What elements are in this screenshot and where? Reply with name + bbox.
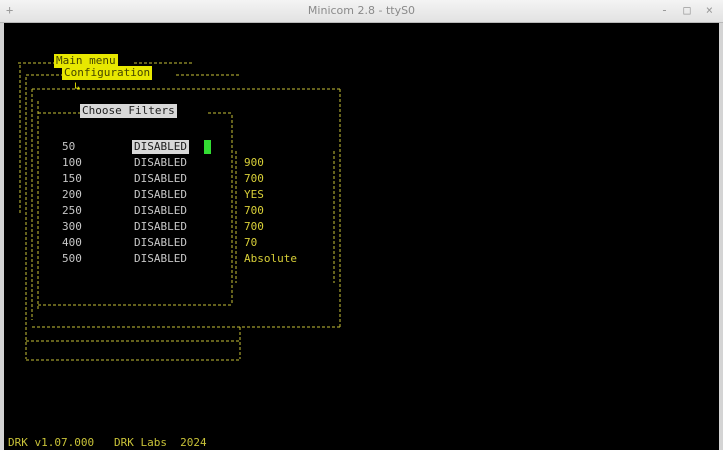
filter-state[interactable]: DISABLED bbox=[134, 252, 187, 266]
filter-frequency: 150 bbox=[62, 172, 82, 185]
filter-value: 900 bbox=[244, 156, 264, 169]
filter-frequency: 250 bbox=[62, 204, 82, 217]
filter-state[interactable]: DISABLED bbox=[134, 188, 187, 202]
filter-value: 700 bbox=[244, 204, 264, 217]
filter-state[interactable]: DISABLED bbox=[134, 204, 187, 218]
filter-frequency: 200 bbox=[62, 188, 82, 201]
configuration-menu-item[interactable]: Configuration bbox=[62, 66, 153, 80]
menu-tree-lines bbox=[18, 62, 341, 361]
submenu-arrow-icon: ↳ bbox=[74, 80, 81, 93]
filter-frequency: 300 bbox=[62, 220, 82, 233]
status-line: DRK v1.07.000 DRK Labs 2024 bbox=[8, 436, 207, 449]
window-controls[interactable]: - □ × bbox=[661, 3, 717, 17]
terminal-screen[interactable]: Main menu Configuration ↳ Choose Filters… bbox=[4, 23, 719, 450]
cursor-block bbox=[204, 140, 211, 154]
filter-value: 70 bbox=[244, 236, 258, 249]
filter-frequency: 400 bbox=[62, 236, 82, 249]
filter-value: 700 bbox=[244, 220, 264, 233]
filter-state[interactable]: DISABLED bbox=[134, 156, 187, 170]
filter-state[interactable]: DISABLED bbox=[134, 220, 187, 234]
filter-state[interactable]: DISABLED bbox=[134, 236, 187, 250]
filter-frequency: 50 bbox=[62, 140, 76, 153]
filter-value: Absolute bbox=[244, 252, 297, 265]
title-bar: + Minicom 2.8 - ttyS0 - □ × bbox=[0, 0, 723, 23]
filter-state[interactable]: DISABLED bbox=[132, 140, 189, 154]
filter-state[interactable]: DISABLED bbox=[134, 172, 187, 186]
filter-value: 700 bbox=[244, 172, 264, 185]
filter-frequency: 100 bbox=[62, 156, 82, 169]
filter-frequency: 500 bbox=[62, 252, 82, 265]
choose-filters-title[interactable]: Choose Filters bbox=[80, 104, 177, 118]
terminal-window: + Minicom 2.8 - ttyS0 - □ × Main menu Co… bbox=[0, 0, 723, 450]
filter-value: YES bbox=[244, 188, 264, 201]
window-title: Minicom 2.8 - ttyS0 bbox=[307, 4, 416, 17]
